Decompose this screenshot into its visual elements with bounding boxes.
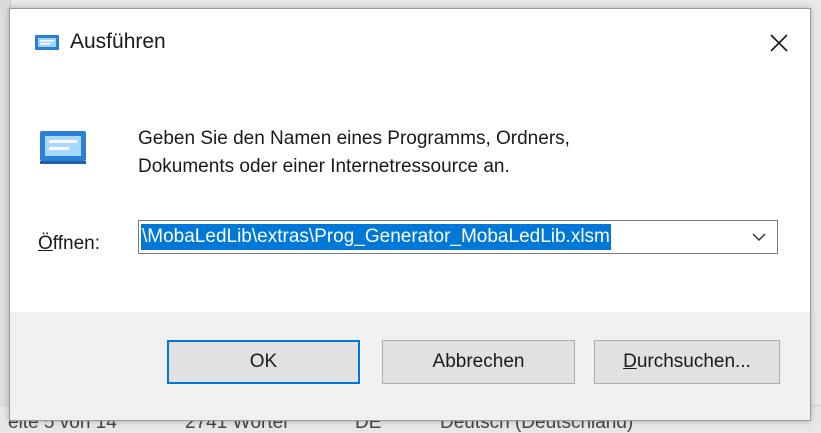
- open-label-text: ffnen:: [52, 233, 100, 254]
- run-icon: [40, 131, 86, 164]
- close-button[interactable]: [748, 9, 810, 77]
- browse-label: urchsuchen...: [636, 351, 751, 372]
- description-line-2: Dokuments oder einer Internetressource a…: [138, 156, 510, 177]
- description-line-1: Geben Sie den Namen eines Programms, Ord…: [138, 128, 570, 149]
- ok-button[interactable]: OK: [167, 340, 360, 384]
- chevron-down-icon: [752, 232, 766, 241]
- dropdown-button[interactable]: [741, 221, 777, 253]
- cancel-button[interactable]: Abbrechen: [382, 340, 575, 384]
- open-label-accelerator: Ö: [38, 233, 53, 254]
- run-icon: [35, 35, 59, 50]
- open-input-selection: \MobaLedLib\extras\Prog_Generator_MobaLe…: [141, 224, 611, 250]
- run-dialog: Ausführen Geben Sie den Namen eines Prog…: [9, 8, 811, 421]
- dialog-footer: OK Abbrechen Durchsuchen...: [10, 312, 810, 420]
- dialog-content: Geben Sie den Namen eines Programms, Ord…: [10, 77, 810, 312]
- open-input[interactable]: \MobaLedLib\extras\Prog_Generator_MobaLe…: [141, 224, 736, 250]
- dialog-title: Ausführen: [70, 30, 166, 53]
- close-icon: [770, 34, 788, 52]
- title-bar: Ausführen: [10, 9, 810, 77]
- open-combobox[interactable]: \MobaLedLib\extras\Prog_Generator_MobaLe…: [138, 220, 778, 254]
- dialog-description: Geben Sie den Namen eines Programms, Ord…: [138, 125, 738, 181]
- browse-accelerator: D: [623, 351, 637, 372]
- open-label: Öffnen:: [38, 233, 100, 255]
- browse-button[interactable]: Durchsuchen...: [594, 340, 780, 384]
